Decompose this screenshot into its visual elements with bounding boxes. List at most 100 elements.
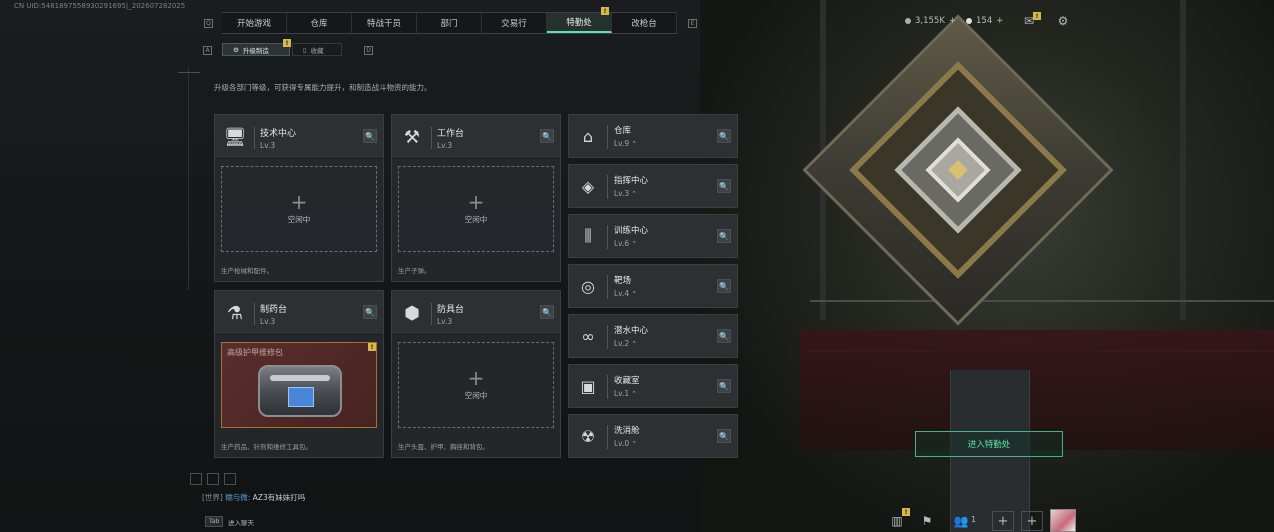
tab-label: 开始游戏 (236, 19, 271, 29)
gear-icon[interactable]: ⚙ (1056, 14, 1070, 28)
card-header: ⚗ 制药台 Lv.3 🔍 (215, 291, 383, 335)
subnav-prev-key[interactable]: A (203, 46, 212, 55)
dumbbell-icon: ⫼ (584, 226, 592, 245)
search-icon[interactable]: 🔍 (540, 129, 554, 143)
search-icon[interactable]: 🔍 (363, 129, 377, 143)
flag-icon[interactable]: ⚑ (918, 512, 936, 530)
facility-title: 靶场 (614, 276, 632, 286)
chat-toggle[interactable] (207, 473, 219, 485)
divider (178, 72, 200, 73)
level-text: Lv.9 (614, 139, 630, 148)
sub-nav: ⚙ 升级制造 ! ▯ 收藏 (222, 39, 344, 57)
tab-start-game[interactable]: 开始游戏 (222, 13, 287, 33)
tab-label: 部门 (440, 19, 458, 29)
plus-icon: + (1026, 513, 1038, 529)
tab-collection[interactable]: ▯ 收藏 (292, 43, 342, 56)
tab-departments[interactable]: 部门 (417, 13, 482, 33)
craft-slot[interactable]: + 空闲中 (398, 342, 554, 428)
level-text: Lv.6 (614, 239, 630, 248)
facility-command-center[interactable]: ◈ 指挥中心 Lv.3 ⌃ 🔍 (568, 164, 738, 208)
subnav-next-key[interactable]: D (364, 46, 373, 55)
tab-label: 仓库 (310, 19, 328, 29)
slot-status: 空闲中 (464, 215, 488, 224)
chat-open-label[interactable]: 进入聊天 (228, 517, 254, 527)
search-icon[interactable]: 🔍 (717, 329, 731, 343)
scene-rail (810, 300, 1274, 302)
craft-slot[interactable]: + 空闲中 (221, 166, 377, 252)
tab-warehouse[interactable]: 仓库 (287, 13, 352, 33)
facility-training-center[interactable]: ⫼ 训练中心 Lv.6 ⌃ 🔍 (568, 214, 738, 258)
decon-icon: ☢ (580, 426, 596, 446)
tab-trading[interactable]: 交易行 (482, 13, 547, 33)
upgrade-arrow-icon: ⌃ (631, 240, 638, 248)
level-text: Lv.3 (614, 189, 630, 198)
facility-level: Lv.9 ⌃ (614, 139, 637, 148)
tab-label: 交易行 (501, 19, 527, 29)
card-level: Lv.3 (260, 317, 276, 326)
search-icon[interactable]: 🔍 (717, 229, 731, 243)
collection-icon: ▣ (580, 376, 596, 396)
facility-decon-chamber[interactable]: ☢ 洗消舱 Lv.0 ⌃ 🔍 (568, 414, 738, 458)
department-card-pharmacy[interactable]: ⚗ 制药台 Lv.3 🔍 高级护甲维修包 ! 生产药品、针剂和维修工具包。 (214, 290, 384, 458)
department-card-armor-bench[interactable]: ⬢ 防具台 Lv.3 🔍 + 空闲中 生产头盔、护甲、胸挂和背包。 (391, 290, 561, 458)
facility-collection-room[interactable]: ▣ 收藏室 Lv.1 ⌃ 🔍 (568, 364, 738, 408)
add-friend-button[interactable]: + (1021, 511, 1043, 531)
enter-special-ops-button[interactable]: 进入特勤处 (915, 431, 1063, 457)
divider (431, 303, 432, 325)
facility-level: Lv.4 ⌃ (614, 289, 637, 298)
upgrade-arrow-icon: ⌃ (631, 440, 638, 448)
add-friend-button[interactable]: + (992, 511, 1014, 531)
chat-toggle[interactable] (224, 473, 236, 485)
goggles-icon: ∞ (581, 326, 595, 346)
divider (607, 175, 608, 199)
divider (254, 127, 255, 149)
facility-level: Lv.0 ⌃ (614, 439, 637, 448)
divider (607, 375, 608, 399)
chat-text: AZ3有妹妹打吗 (252, 493, 306, 502)
search-icon[interactable]: 🔍 (540, 305, 554, 319)
nav-next-key[interactable]: E (688, 19, 697, 28)
command-icon: ◈ (581, 176, 595, 196)
friends-icon[interactable]: 👥 (952, 512, 970, 530)
department-card-tech-center[interactable]: 🖥 技术中心 Lv.3 🔍 + 空闲中 生产枪械和配件。 (214, 114, 384, 282)
search-icon[interactable]: 🔍 (717, 129, 731, 143)
level-text: Lv.4 (614, 289, 630, 298)
item-name: 高级护甲维修包 (227, 348, 283, 357)
avatar[interactable] (1050, 509, 1076, 532)
add-icon: + (948, 16, 957, 26)
search-icon[interactable]: 🔍 (717, 379, 731, 393)
facility-warehouse[interactable]: ⌂ 仓库 Lv.9 ⌃ 🔍 (568, 114, 738, 158)
tab-special-ops[interactable]: 特勤处 ! (547, 7, 612, 33)
search-icon[interactable]: 🔍 (717, 279, 731, 293)
craft-slot[interactable]: + 空闲中 (398, 166, 554, 252)
nav-prev-key[interactable]: Q (204, 19, 213, 28)
chat-toggle[interactable] (190, 473, 202, 485)
chat-key-hint[interactable]: Tab (205, 516, 224, 527)
facility-level: Lv.1 ⌃ (614, 389, 637, 398)
facility-diving-center[interactable]: ∞ 潜水中心 Lv.2 ⌃ 🔍 (568, 314, 738, 358)
bag-stripe (270, 375, 330, 381)
facility-shooting-range[interactable]: ◎ 靶场 Lv.4 ⌃ 🔍 (568, 264, 738, 308)
add-icon: + (996, 16, 1004, 26)
tab-upgrade-craft[interactable]: ⚙ 升级制造 ! (222, 39, 291, 56)
coin-balance[interactable]: 3,155K + (905, 16, 956, 26)
gem-balance[interactable]: 154 + (966, 16, 1003, 26)
tab-label: 升级制造 (242, 46, 269, 55)
target-icon: ◎ (581, 276, 595, 296)
card-title: 技术中心 (260, 129, 297, 139)
search-icon[interactable]: 🔍 (717, 179, 731, 193)
gem-amount: 154 (976, 16, 993, 26)
department-card-workbench[interactable]: ⚒ 工作台 Lv.3 🔍 + 空闲中 生产子弹。 (391, 114, 561, 282)
search-icon[interactable]: 🔍 (717, 429, 731, 443)
chat-user[interactable]: 糯与微: (225, 493, 250, 502)
search-icon[interactable]: 🔍 (363, 305, 377, 319)
crafting-item[interactable]: 高级护甲维修包 ! (221, 342, 377, 428)
upgrade-arrow-icon: ⌃ (631, 290, 638, 298)
slot-status: 空闲中 (464, 391, 488, 400)
plus-icon: + (997, 513, 1009, 529)
card-header: 🖥 技术中心 Lv.3 🔍 (215, 115, 383, 159)
tab-gunsmith[interactable]: 改枪台 (612, 13, 677, 33)
tab-operators[interactable]: 特战干员 (352, 13, 417, 33)
card-title: 防具台 (437, 305, 465, 315)
divider (188, 66, 189, 290)
